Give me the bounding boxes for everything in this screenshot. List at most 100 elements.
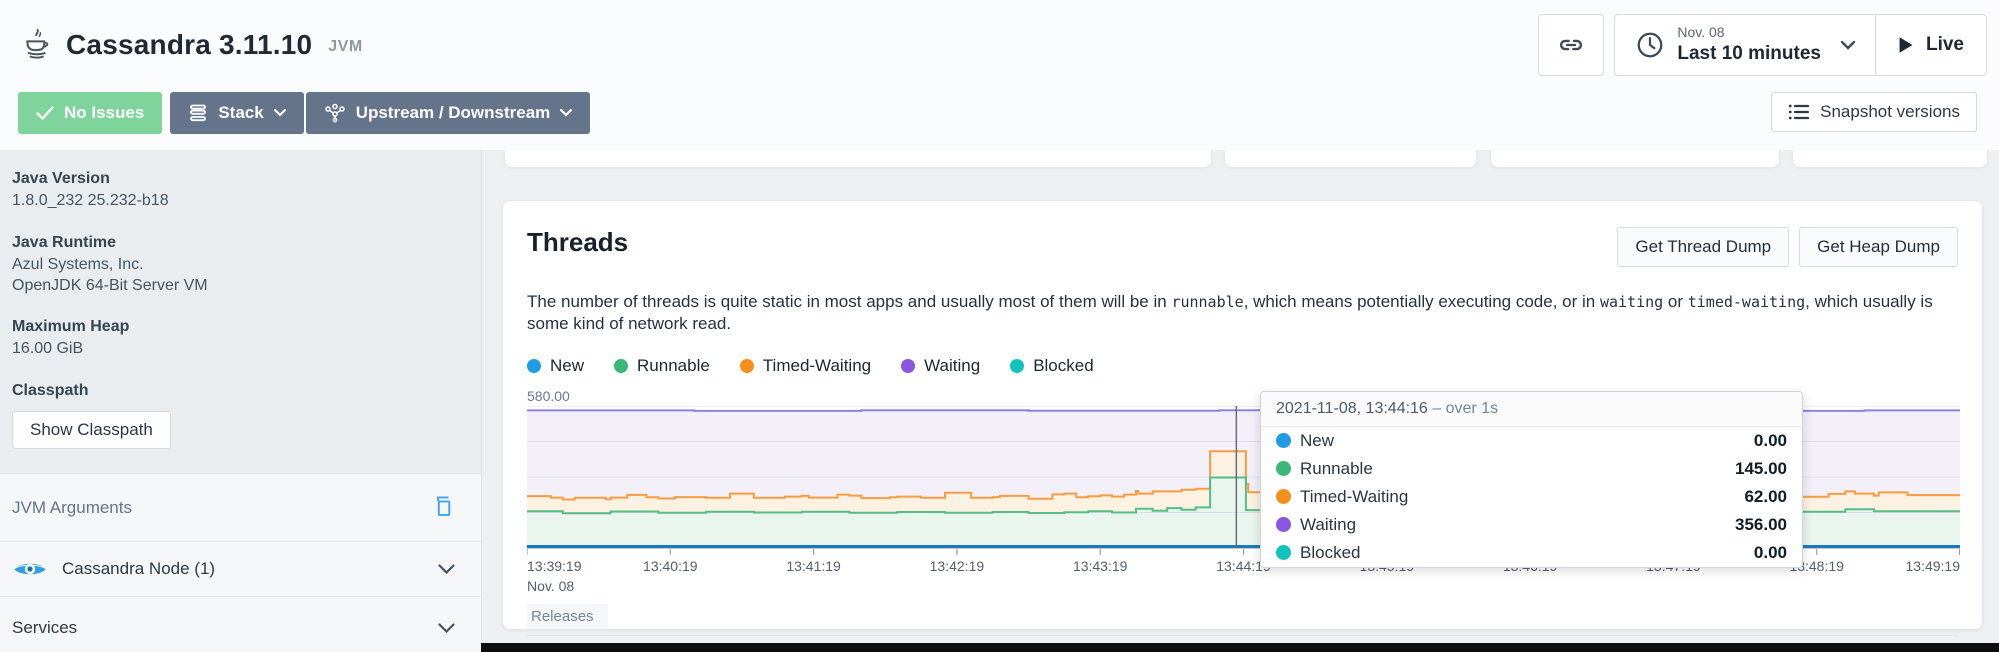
tooltip-rows: New0.00Runnable145.00Timed-Waiting62.00W… (1261, 427, 1802, 567)
topology-icon (324, 103, 346, 123)
sidebar-item-cassandra-node[interactable]: Cassandra Node (1) (0, 542, 481, 597)
sidebar-item-jvm-arguments[interactable]: JVM Arguments (0, 474, 481, 542)
snapshot-versions-button[interactable]: Snapshot versions (1771, 92, 1977, 132)
stack-label: Stack (218, 103, 263, 123)
threads-panel-title: Threads (527, 227, 628, 258)
play-icon (1898, 36, 1914, 54)
threads-chart-wrap: 2021-11-08, 13:44:16 – over 1s New0.00Ru… (527, 406, 1960, 556)
list-icon (1788, 103, 1810, 121)
code-timed-waiting: timed-waiting (1688, 293, 1805, 311)
x-tick-label: 13:39:19 (527, 558, 582, 574)
cassandra-eye-icon (12, 560, 48, 578)
java-version-label: Java Version (12, 170, 467, 188)
partial-card (1490, 150, 1780, 168)
java-runtime-vm: OpenJDK 64-Bit Server VM (12, 276, 467, 297)
series-dot (1276, 433, 1291, 448)
jvm-info-section: Java Version 1.8.0_232 25.232-b18 Java R… (0, 150, 481, 473)
no-issues-badge[interactable]: No Issues (18, 92, 162, 134)
legend-dot (1010, 359, 1024, 373)
legend-item[interactable]: Timed-Waiting (740, 356, 871, 376)
series-dot (1276, 517, 1291, 532)
x-axis-date-label: Nov. 08 (527, 578, 1958, 594)
upstream-downstream-button[interactable]: Upstream / Downstream (306, 92, 591, 134)
entity-type-label: JVM (328, 38, 362, 56)
toolbar-row: No Issues Stack (0, 76, 1999, 134)
page-title: Cassandra 3.11.10 (66, 29, 312, 61)
cassandra-node-label: Cassandra Node (1) (62, 559, 215, 579)
x-tick-label: 13:41:19 (786, 558, 841, 574)
copy-icon[interactable] (433, 495, 455, 521)
chevron-down-icon[interactable] (438, 564, 455, 574)
classpath-label: Classpath (12, 382, 467, 400)
chart-tooltip: 2021-11-08, 13:44:16 – over 1s New0.00Ru… (1260, 391, 1803, 568)
snapshot-versions-label: Snapshot versions (1820, 102, 1960, 122)
series-dot (1276, 489, 1291, 504)
check-icon (36, 106, 54, 120)
sidebar: Java Version 1.8.0_232 25.232-b18 Java R… (0, 150, 482, 643)
chevron-down-icon[interactable] (438, 623, 455, 633)
partial-card (1224, 150, 1477, 168)
legend-dot (740, 359, 754, 373)
threads-description: The number of threads is quite static in… (527, 291, 1958, 336)
clock-icon (1635, 30, 1665, 60)
code-runnable: runnable (1171, 293, 1243, 311)
time-range-value: Last 10 minutes (1677, 42, 1821, 66)
tooltip-row: New0.00 (1261, 427, 1802, 455)
legend-dot (527, 359, 541, 373)
partial-card (504, 150, 1212, 168)
get-heap-dump-button[interactable]: Get Heap Dump (1799, 227, 1958, 267)
chevron-down-icon (274, 109, 286, 117)
services-label: Services (12, 618, 77, 638)
legend-dot (901, 359, 915, 373)
releases-label: Releases (527, 604, 608, 629)
time-range-date: Nov. 08 (1677, 24, 1821, 42)
header-row: Cassandra 3.11.10 JVM (0, 0, 1999, 76)
x-tick-label: 13:42:19 (930, 558, 985, 574)
live-label: Live (1926, 34, 1964, 56)
show-classpath-button[interactable]: Show Classpath (12, 411, 171, 449)
get-thread-dump-button[interactable]: Get Thread Dump (1617, 227, 1789, 267)
link-icon (1557, 31, 1585, 59)
live-button[interactable]: Live (1876, 15, 1986, 75)
java-runtime-label: Java Runtime (12, 234, 467, 252)
threads-panel: Threads Get Thread Dump Get Heap Dump Th… (502, 200, 1983, 630)
tooltip-row: Runnable145.00 (1261, 455, 1802, 483)
tooltip-row: Waiting356.00 (1261, 511, 1802, 539)
chart-legend: New Runnable Timed-Waiting Waiting Blocked (527, 356, 1958, 376)
no-issues-label: No Issues (64, 103, 144, 123)
maximum-heap-value: 16.00 GiB (12, 339, 467, 360)
jvm-arguments-label: JVM Arguments (12, 498, 132, 518)
legend-item[interactable]: Runnable (614, 356, 710, 376)
stack-icon (188, 104, 208, 122)
java-runtime-vendor: Azul Systems, Inc. (12, 255, 467, 276)
upstream-downstream-label: Upstream / Downstream (356, 103, 551, 123)
legend-item[interactable]: New (527, 356, 584, 376)
legend-dot (614, 359, 628, 373)
x-tick-label: 13:43:19 (1073, 558, 1128, 574)
legend-item[interactable]: Blocked (1010, 356, 1093, 376)
sidebar-item-services[interactable]: Services (0, 597, 481, 652)
java-version-value: 1.8.0_232 25.232-b18 (12, 191, 467, 212)
tooltip-row: Blocked0.00 (1261, 539, 1802, 567)
chevron-down-icon (560, 109, 572, 117)
main-region: Java Version 1.8.0_232 25.232-b18 Java R… (0, 150, 1999, 643)
legend-item[interactable]: Waiting (901, 356, 980, 376)
stack-button[interactable]: Stack (170, 92, 303, 134)
content-region: Threads Get Thread Dump Get Heap Dump Th… (482, 150, 1999, 643)
x-tick-label: 13:40:19 (643, 558, 698, 574)
sidebar-rows: JVM Arguments (0, 473, 481, 652)
partial-card (1792, 150, 1988, 168)
code-waiting: waiting (1600, 293, 1663, 311)
series-dot (1276, 461, 1291, 476)
tooltip-timestamp: 2021-11-08, 13:44:16 – over 1s (1261, 392, 1802, 427)
chevron-down-icon (1841, 41, 1855, 50)
java-logo-icon (22, 27, 52, 63)
tooltip-row: Timed-Waiting62.00 (1261, 483, 1802, 511)
time-range-selector[interactable]: Nov. 08 Last 10 minutes (1615, 15, 1876, 75)
time-live-button-group: Nov. 08 Last 10 minutes Live (1614, 14, 1987, 76)
x-tick-label: 13:49:19 (1906, 558, 1961, 574)
share-link-button[interactable] (1538, 14, 1604, 76)
top-header-region: Cassandra 3.11.10 JVM (0, 0, 1999, 150)
releases-row[interactable]: Releases (527, 604, 1958, 636)
maximum-heap-label: Maximum Heap (12, 318, 467, 336)
